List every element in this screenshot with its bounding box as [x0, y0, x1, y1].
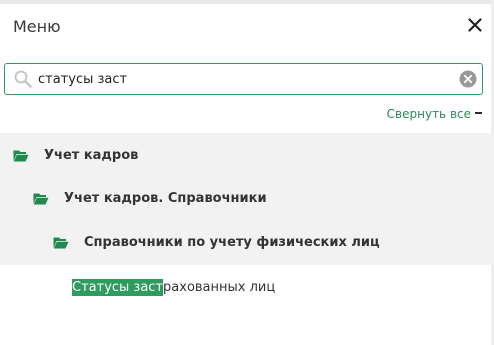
close-icon [468, 18, 482, 32]
clear-search-icon [459, 70, 477, 88]
menu-search-box [4, 63, 483, 95]
tree-item-individuals-references[interactable]: Справочники по учету физических лиц [53, 232, 380, 252]
search-match-highlight: Статусы заст [72, 278, 164, 296]
folder-open-icon [53, 237, 69, 248]
menu-item-label-rest: рахованных лиц [163, 279, 276, 295]
tree-item-label: Учет кадров [44, 147, 139, 163]
folder-open-icon [33, 193, 49, 204]
clear-search-button[interactable] [459, 70, 477, 88]
top-divider [0, 0, 494, 4]
folder-open-icon [13, 150, 29, 161]
tree-item-label: Учет кадров. Справочники [64, 190, 267, 206]
close-button[interactable] [466, 16, 484, 34]
tree-item-hr[interactable]: Учет кадров [13, 145, 138, 165]
minus-icon [475, 111, 482, 114]
search-input[interactable] [38, 68, 448, 90]
collapse-all-label: Свернуть все [386, 107, 471, 121]
search-icon [14, 70, 32, 88]
tree-item-hr-references[interactable]: Учет кадров. Справочники [33, 188, 267, 208]
collapse-all-button[interactable]: Свернуть все [387, 107, 482, 121]
panel-title: Меню [13, 17, 61, 36]
menu-item-insured-statuses[interactable]: Статусы заст рахованных лиц [72, 277, 275, 297]
tree-item-label: Справочники по учету физических лиц [84, 234, 380, 250]
